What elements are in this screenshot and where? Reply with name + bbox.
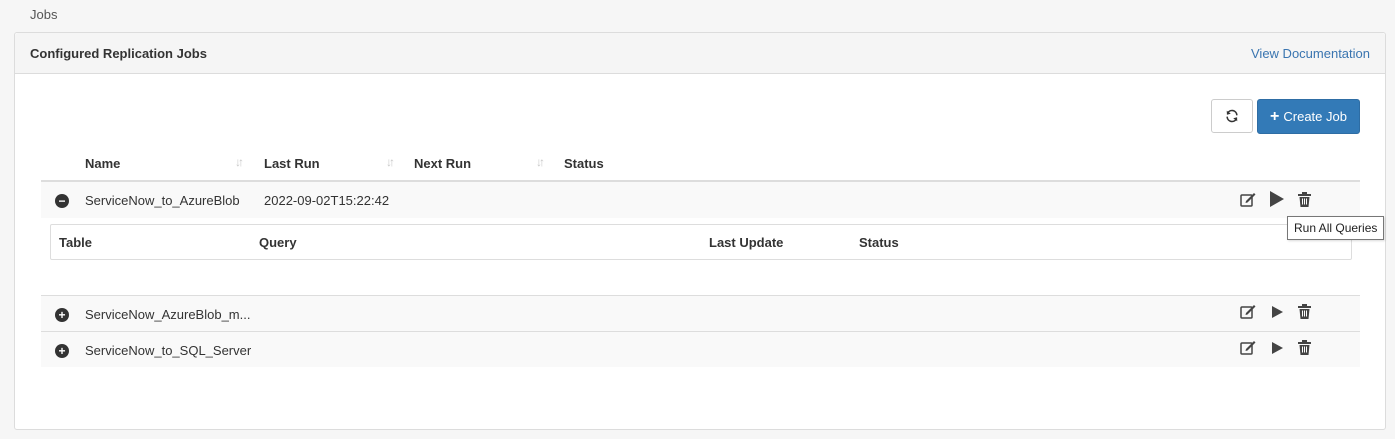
job-name: ServiceNow_to_AzureBlob [85, 193, 240, 208]
job-name: ServiceNow_AzureBlob_m... [85, 307, 251, 322]
create-job-button[interactable]: + Create Job [1257, 99, 1360, 134]
job-row: − ServiceNow_to_AzureBlob 2022-09-02T15:… [41, 182, 1360, 218]
expand-icon[interactable]: + [55, 344, 69, 358]
edit-icon[interactable] [1240, 340, 1256, 355]
column-header-last-run[interactable]: Last Run [264, 156, 320, 171]
trash-icon[interactable] [1298, 304, 1311, 319]
play-icon[interactable] [1269, 341, 1285, 355]
trash-icon[interactable] [1298, 340, 1311, 355]
queries-subtable: Table Query Last Update Status [50, 224, 1352, 260]
job-last-run: 2022-09-02T15:22:42 [264, 193, 390, 208]
subtable-header-status: Status [859, 235, 899, 250]
edit-icon[interactable] [1240, 304, 1256, 319]
subtable-header-table: Table [59, 235, 92, 250]
column-header-next-run[interactable]: Next Run [414, 156, 471, 171]
run-all-queries-tooltip: Run All Queries [1287, 216, 1385, 240]
sort-icon[interactable]: ↓↑ [536, 155, 545, 169]
panel-heading: Configured Replication Jobs View Documen… [15, 33, 1385, 74]
refresh-icon [1226, 109, 1238, 123]
job-name: ServiceNow_to_SQL_Server [85, 343, 252, 358]
breadcrumb[interactable]: Jobs [30, 7, 57, 22]
job-row: + ServiceNow_AzureBlob_m... [41, 295, 1360, 331]
job-row: + ServiceNow_to_SQL_Server [41, 331, 1360, 367]
column-header-name[interactable]: Name [85, 156, 120, 171]
view-documentation-link[interactable]: View Documentation [1251, 46, 1370, 61]
create-job-label: Create Job [1283, 109, 1347, 124]
row-actions [1240, 340, 1311, 355]
sort-icon[interactable]: ↓↑ [386, 155, 395, 169]
edit-icon[interactable] [1240, 192, 1256, 207]
play-icon[interactable] [1269, 190, 1285, 208]
sort-icon[interactable]: ↓↑ [235, 155, 244, 169]
refresh-button[interactable] [1211, 99, 1253, 133]
column-header-status: Status [564, 156, 604, 171]
plus-icon: + [1270, 107, 1280, 125]
panel-title: Configured Replication Jobs [30, 46, 207, 61]
collapse-icon[interactable]: − [55, 194, 69, 208]
replication-jobs-panel: Configured Replication Jobs View Documen… [14, 32, 1386, 430]
expand-icon[interactable]: + [55, 308, 69, 322]
trash-icon[interactable] [1298, 191, 1311, 207]
subtable-header-query: Query [259, 235, 297, 250]
row-actions [1240, 304, 1311, 319]
play-icon[interactable] [1269, 305, 1285, 319]
subtable-header-last-update: Last Update [709, 235, 784, 250]
row-actions [1240, 190, 1311, 208]
